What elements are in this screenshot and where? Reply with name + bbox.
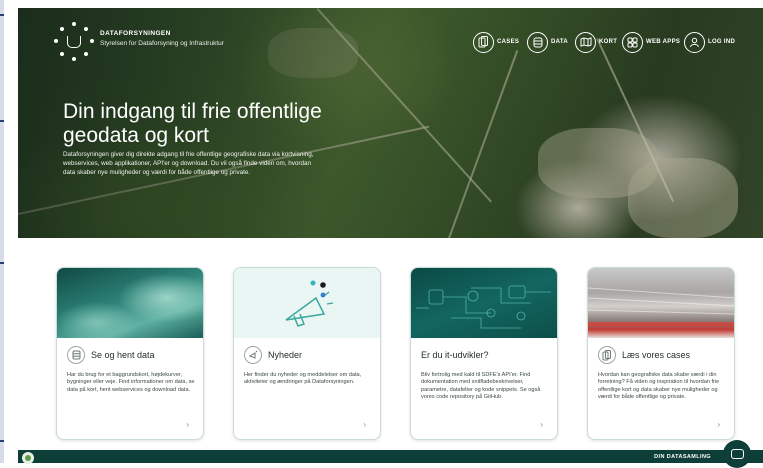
card-title: Læs vores cases xyxy=(622,350,691,360)
nav-label-log-ind: LOG IND xyxy=(708,39,736,45)
nav-log-ind[interactable]: LOG IND xyxy=(684,30,735,54)
megaphone-icon xyxy=(244,346,262,364)
nav-web-apps[interactable]: WEB APPS xyxy=(622,30,680,54)
crown-icon xyxy=(67,36,81,48)
card-text: Har du brug for et baggrundskort, højdek… xyxy=(67,372,195,393)
dataforsyningen-logo[interactable] xyxy=(54,22,94,62)
datasamling-toggle-button[interactable] xyxy=(723,440,751,468)
map-icon xyxy=(575,31,596,53)
user-icon xyxy=(684,31,705,53)
grid-apps-icon xyxy=(622,31,643,53)
card-nyheder[interactable]: Nyheder Her finder du nyheder og meddele… xyxy=(233,267,381,440)
card-se-og-hent-data[interactable]: Se og hent data Har du brug for et baggr… xyxy=(56,267,204,440)
card-image-terrain xyxy=(57,268,203,338)
phone-copy-icon xyxy=(473,31,494,53)
nav-label-web-apps: WEB APPS xyxy=(646,39,681,45)
nav-cases[interactable]: CASES xyxy=(473,30,519,54)
card-title: Er du it-udvikler? xyxy=(421,350,489,360)
card-image-circuit xyxy=(411,268,557,338)
nav-label-data: DATA xyxy=(551,39,568,45)
card-laes-vores-cases[interactable]: Læs vores cases Hvordan kan geografiske … xyxy=(587,267,735,440)
brand-name[interactable]: DATAFORSYNINGEN xyxy=(100,30,171,37)
chevron-right-icon[interactable]: › xyxy=(363,420,366,429)
inbox-icon xyxy=(730,449,744,459)
database-icon xyxy=(67,346,85,364)
hero-lead: Dataforsyningen giver dig direkte adgang… xyxy=(63,151,314,176)
nav-label-kort: KORT xyxy=(599,39,618,45)
nav-kort[interactable]: KORT xyxy=(575,30,617,54)
card-text: Bliv fortrolig med kald til SDFE's API'e… xyxy=(421,372,541,401)
footer-bar: DIN DATASAMLING xyxy=(18,440,763,468)
card-text: Hvordan kan geografiske data skabe værdi… xyxy=(598,372,720,401)
card-image-motion-blur xyxy=(588,268,734,338)
nav-label-cases: CASES xyxy=(497,39,520,45)
chevron-right-icon[interactable]: › xyxy=(717,420,720,429)
card-title: Nyheder xyxy=(268,350,303,360)
database-icon xyxy=(527,31,548,53)
card-text: Her finder du nyheder og meddelelser om … xyxy=(244,372,362,386)
chevron-right-icon[interactable]: › xyxy=(186,420,189,429)
card-image-megaphone xyxy=(234,268,380,338)
card-title: Se og hent data xyxy=(91,350,155,360)
left-edge-rule xyxy=(0,0,4,463)
chevron-right-icon[interactable]: › xyxy=(540,420,543,429)
hero-title: Din indgang til frie offentlige geodata … xyxy=(63,100,322,147)
brand-subtitle: Styrelsen for Dataforsyning og Infrastru… xyxy=(100,40,224,47)
nav-data[interactable]: DATA xyxy=(527,30,568,54)
globe-badge-icon[interactable] xyxy=(22,452,34,464)
card-er-du-it-udvikler[interactable]: Er du it-udvikler? Bliv fortrolig med ka… xyxy=(410,267,558,440)
din-datasamling-label[interactable]: DIN DATASAMLING xyxy=(654,454,711,460)
hero-banner: DATAFORSYNINGEN Styrelsen for Dataforsyn… xyxy=(18,8,763,238)
page: DATAFORSYNINGEN Styrelsen for Dataforsyn… xyxy=(0,0,763,468)
phone-copy-icon xyxy=(598,346,616,364)
